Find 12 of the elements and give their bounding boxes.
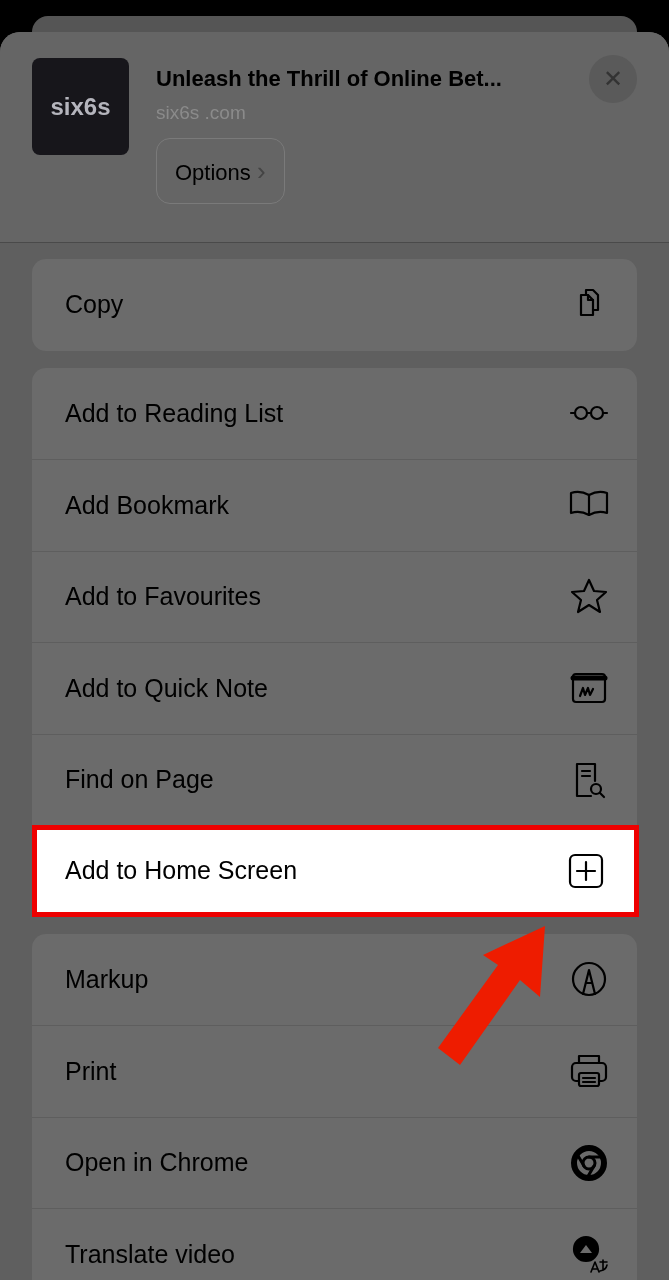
action-row[interactable]: Add to Favourites — [32, 550, 637, 642]
action-row[interactable]: Add to Reading List — [32, 367, 637, 459]
action-row[interactable]: Markup — [32, 933, 637, 1025]
action-row[interactable]: Add to Home Screen — [32, 825, 639, 917]
action-row[interactable]: Copy — [32, 259, 637, 351]
action-row[interactable]: Open in Chrome — [32, 1116, 637, 1208]
action-row[interactable]: Add Bookmark — [32, 459, 637, 551]
action-row[interactable]: Translate video — [32, 1208, 637, 1280]
action-row[interactable]: Add to Quick Note — [32, 642, 637, 734]
page-title: Unleash the Thrill of Online Bet... — [156, 66, 503, 92]
site-logo: six6s — [32, 58, 129, 155]
options-button[interactable]: Options › — [156, 138, 285, 204]
